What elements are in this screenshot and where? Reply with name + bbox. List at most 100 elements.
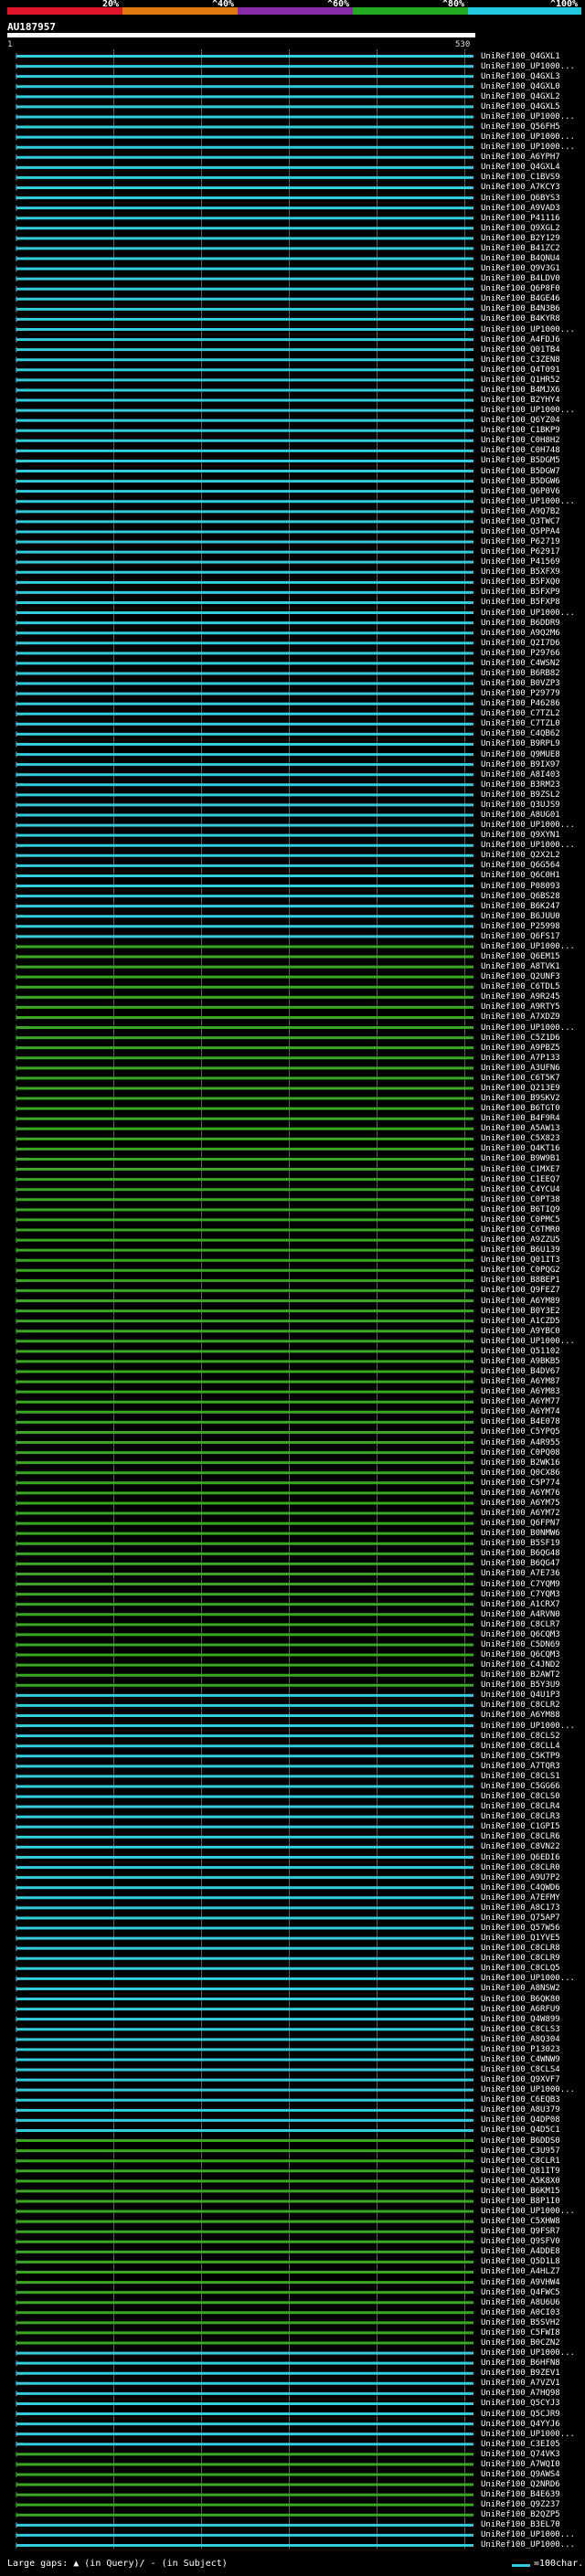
hit-label[interactable]: UniRef100_Q1HR52: [481, 376, 560, 385]
hit-label[interactable]: UniRef100_C8CLS1: [481, 1772, 560, 1781]
hit-label[interactable]: UniRef100_C1BKP9: [481, 426, 560, 435]
hit-label[interactable]: UniRef100_UP1000...: [481, 2348, 575, 2358]
hit-label[interactable]: UniRef100_C5FWI8: [481, 2328, 560, 2337]
hit-label[interactable]: UniRef100_C7YQM9: [481, 1580, 560, 1589]
hit-label[interactable]: UniRef100_A4HLZ7: [481, 2267, 560, 2276]
hit-label[interactable]: UniRef100_B4MJX6: [481, 386, 560, 395]
hit-label[interactable]: UniRef100_C8CLS3: [481, 2025, 560, 2034]
hit-label[interactable]: UniRef100_A9R245: [481, 992, 560, 1002]
hit-label[interactable]: UniRef100_B0NMW6: [481, 1529, 560, 1538]
hit-label[interactable]: UniRef100_Q4GXL1: [481, 52, 560, 61]
hit-label[interactable]: UniRef100_B5FXP9: [481, 588, 560, 597]
hit-label[interactable]: UniRef100_B5XFX9: [481, 567, 560, 577]
hit-label[interactable]: UniRef100_Q213E9: [481, 1084, 560, 1093]
hit-label[interactable]: UniRef100_C8CLS2: [481, 1732, 560, 1741]
hit-label[interactable]: UniRef100_A4FDJ6: [481, 335, 560, 345]
hit-label[interactable]: UniRef100_UP1000...: [481, 2085, 575, 2094]
hit-label[interactable]: UniRef100_B5DGM5: [481, 456, 560, 465]
hit-label[interactable]: UniRef100_P29766: [481, 649, 560, 658]
hit-label[interactable]: UniRef100_A1CZD5: [481, 1317, 560, 1326]
hit-label[interactable]: UniRef100_UP1000...: [481, 2430, 575, 2439]
hit-label[interactable]: UniRef100_B3RM23: [481, 780, 560, 790]
hit-label[interactable]: UniRef100_B4E639: [481, 2490, 560, 2499]
hit-label[interactable]: UniRef100_A8Q304: [481, 2035, 560, 2044]
hit-label[interactable]: UniRef100_A7HQ98: [481, 2389, 560, 2398]
hit-label[interactable]: UniRef100_C4WSN2: [481, 659, 560, 668]
hit-label[interactable]: UniRef100_A4RVN0: [481, 1610, 560, 1619]
hit-label[interactable]: UniRef100_B6QG48: [481, 1549, 560, 1558]
hit-label[interactable]: UniRef100_B2WK16: [481, 1458, 560, 1468]
hit-label[interactable]: UniRef100_A6YM74: [481, 1407, 560, 1416]
hit-label[interactable]: UniRef100_Q6G564: [481, 861, 560, 870]
hit-label[interactable]: UniRef100_A9YBC0: [481, 1327, 560, 1336]
hit-label[interactable]: UniRef100_Q5PPA4: [481, 527, 560, 536]
hit-label[interactable]: UniRef100_B6TGT0: [481, 1104, 560, 1113]
hit-label[interactable]: UniRef100_Q6BS28: [481, 892, 560, 901]
hit-label[interactable]: UniRef100_B6QK80: [481, 1995, 560, 2004]
hit-label[interactable]: UniRef100_A9VAD3: [481, 204, 560, 213]
hit-label[interactable]: UniRef100_C4QWD6: [481, 1883, 560, 1892]
hit-label[interactable]: UniRef100_Q4GXL3: [481, 72, 560, 81]
hit-label[interactable]: UniRef100_B6K247: [481, 902, 560, 911]
hit-label[interactable]: UniRef100_B4F9R4: [481, 1114, 560, 1123]
hit-label[interactable]: UniRef100_A0CI03: [481, 2308, 560, 2317]
hit-label[interactable]: UniRef100_Q4GXL2: [481, 92, 560, 101]
hit-label[interactable]: UniRef100_Q5CYJ3: [481, 2399, 560, 2408]
hit-label[interactable]: UniRef100_A6RFU9: [481, 2005, 560, 2014]
hit-label[interactable]: UniRef100_C1MXE7: [481, 1165, 560, 1174]
hit-label[interactable]: UniRef100_B5SF19: [481, 1539, 560, 1548]
hit-label[interactable]: UniRef100_B6U139: [481, 1246, 560, 1255]
hit-label[interactable]: UniRef100_Q2I7D6: [481, 639, 560, 648]
hit-label[interactable]: UniRef100_C8CLR3: [481, 1812, 560, 1821]
hit-label[interactable]: UniRef100_A8C173: [481, 1903, 560, 1913]
hit-label[interactable]: UniRef100_Q4GXL4: [481, 163, 560, 172]
hit-label[interactable]: UniRef100_UP1000...: [481, 112, 575, 122]
hit-label[interactable]: UniRef100_A7E736: [481, 1569, 560, 1578]
hit-label[interactable]: UniRef100_A8TVK1: [481, 962, 560, 971]
hit-label[interactable]: UniRef100_A9BKB5: [481, 1357, 560, 1366]
hit-label[interactable]: UniRef100_B4E078: [481, 1417, 560, 1426]
hit-label[interactable]: UniRef100_B6HFN8: [481, 2359, 560, 2368]
hit-label[interactable]: UniRef100_Q75AP7: [481, 1913, 560, 1923]
hit-label[interactable]: UniRef100_B5DGW6: [481, 477, 560, 486]
hit-label[interactable]: UniRef100_C4QB62: [481, 729, 560, 738]
hit-label[interactable]: UniRef100_UP1000...: [481, 2540, 575, 2549]
hit-label[interactable]: UniRef100_B9RPL9: [481, 739, 560, 748]
hit-label[interactable]: UniRef100_B5FXQ0: [481, 578, 560, 587]
hit-label[interactable]: UniRef100_Q9XYN1: [481, 831, 560, 840]
hit-label[interactable]: UniRef100_UP1000...: [481, 2207, 575, 2216]
hit-label[interactable]: UniRef100_Q6P0V6: [481, 487, 560, 496]
hit-label[interactable]: UniRef100_P41569: [481, 557, 560, 567]
hit-label[interactable]: UniRef100_B41ZC2: [481, 244, 560, 253]
hit-label[interactable]: UniRef100_A6YM88: [481, 1711, 560, 1720]
hit-label[interactable]: UniRef100_C3ZEN8: [481, 355, 560, 365]
hit-label[interactable]: UniRef100_C3U957: [481, 2147, 560, 2156]
hit-label[interactable]: UniRef100_B6DDS0: [481, 2136, 560, 2146]
hit-label[interactable]: UniRef100_C6TMR0: [481, 1225, 560, 1235]
hit-label[interactable]: UniRef100_C0H748: [481, 446, 560, 455]
hit-label[interactable]: UniRef100_Q4W899: [481, 2015, 560, 2024]
hit-label[interactable]: UniRef100_C8CLR1: [481, 2157, 560, 2166]
hit-label[interactable]: UniRef100_A9Q7B2: [481, 507, 560, 516]
hit-label[interactable]: UniRef100_B4QNU4: [481, 254, 560, 263]
hit-label[interactable]: UniRef100_A7EFMY: [481, 1893, 560, 1903]
hit-label[interactable]: UniRef100_C8CLR4: [481, 1802, 560, 1811]
hit-label[interactable]: UniRef100_C4JND2: [481, 1660, 560, 1670]
hit-label[interactable]: UniRef100_C0H8H2: [481, 436, 560, 445]
hit-label[interactable]: UniRef100_C5XHW8: [481, 2217, 560, 2226]
hit-label[interactable]: UniRef100_C0PMC5: [481, 1215, 560, 1224]
hit-label[interactable]: UniRef100_UP1000...: [481, 62, 575, 71]
hit-label[interactable]: UniRef100_Q6EM15: [481, 952, 560, 961]
hit-label[interactable]: UniRef100_A6YM87: [481, 1377, 560, 1386]
hit-label[interactable]: UniRef100_UP1000...: [481, 497, 575, 506]
hit-label[interactable]: UniRef100_Q6YZ04: [481, 416, 560, 425]
hit-label[interactable]: UniRef100_A8UG01: [481, 811, 560, 820]
hit-label[interactable]: UniRef100_Q51102: [481, 1347, 560, 1356]
hit-label[interactable]: UniRef100_Q9XVF7: [481, 2075, 560, 2084]
hit-label[interactable]: UniRef100_P13023: [481, 2045, 560, 2054]
hit-label[interactable]: UniRef100_C0PQ08: [481, 1448, 560, 1458]
hit-label[interactable]: UniRef100_Q9FEZ7: [481, 1286, 560, 1295]
hit-label[interactable]: UniRef100_Q4T091: [481, 366, 560, 375]
hit-label[interactable]: UniRef100_Q4D5C1: [481, 2125, 560, 2135]
hit-label[interactable]: UniRef100_B4GE46: [481, 294, 560, 303]
